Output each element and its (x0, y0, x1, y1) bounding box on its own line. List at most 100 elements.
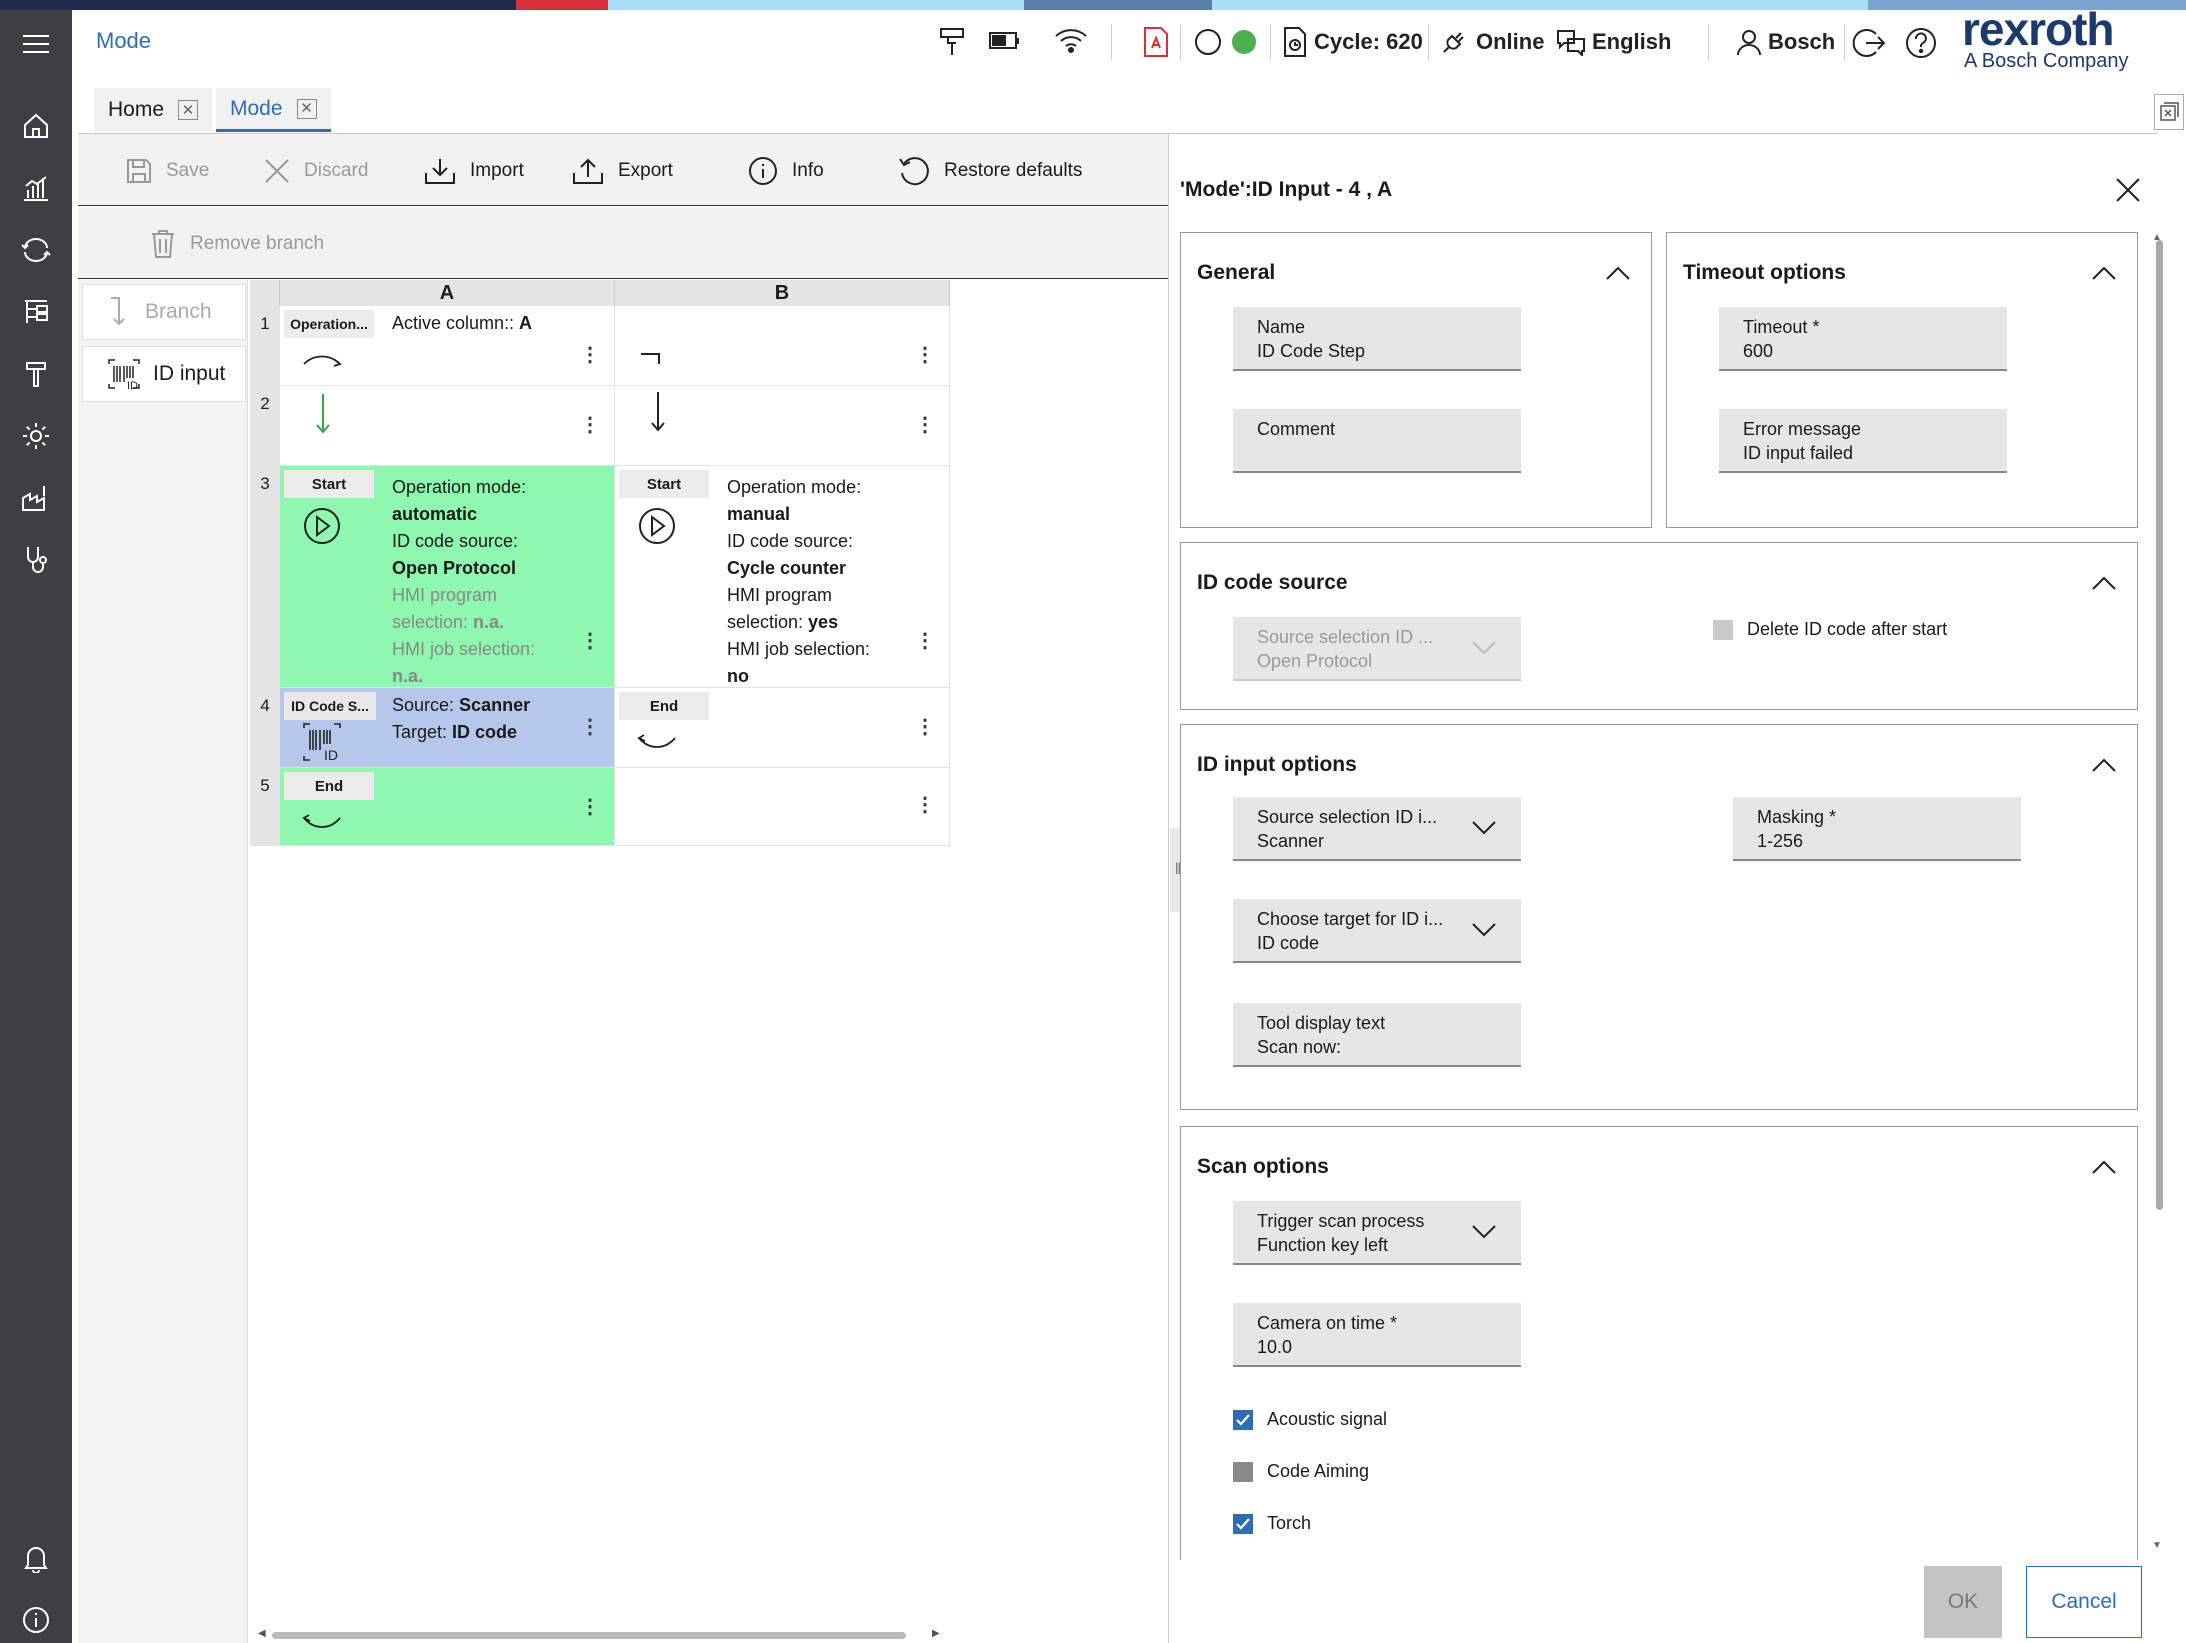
restore-defaults-button[interactable]: Restore defaults (898, 154, 1082, 188)
field-value: ID Code Step (1257, 341, 1366, 361)
cell-menu-icon[interactable]: ⋮ (580, 628, 600, 653)
trigger-scan-select[interactable]: Trigger scan process Function key left (1233, 1201, 1521, 1265)
save-button[interactable]: Save (126, 154, 209, 188)
cell-menu-icon[interactable]: ⋮ (915, 628, 935, 653)
logout-icon[interactable] (1852, 26, 1886, 60)
diagnosis-icon[interactable] (16, 540, 56, 580)
grid-cell-5b[interactable]: ⋮ (615, 768, 950, 846)
info-icon (748, 156, 778, 186)
column-header-b[interactable]: B (615, 280, 950, 306)
start-chip: Start (619, 470, 709, 498)
code-aiming-checkbox[interactable]: Code Aiming (1233, 1461, 1369, 1482)
analytics-icon[interactable] (16, 168, 56, 208)
vertical-scrollbar[interactable] (2156, 240, 2163, 1210)
tool-icon[interactable] (16, 354, 56, 394)
tree-structure-icon[interactable] (16, 292, 56, 332)
import-button[interactable]: Import (424, 154, 524, 188)
id-input-source-select[interactable]: Source selection ID i... Scanner (1233, 797, 1521, 861)
info-button[interactable]: Info (748, 154, 824, 188)
id-source-select[interactable]: Source selection ID ... Open Protocol (1233, 617, 1521, 681)
detail-line: n.a. (392, 666, 424, 686)
connection-status[interactable]: Online (1440, 22, 1544, 62)
grid-cell-2a[interactable]: ⋮ (280, 386, 615, 466)
cell-menu-icon[interactable]: ⋮ (580, 794, 600, 819)
grid-corner (250, 280, 280, 306)
scroll-down-icon[interactable]: ▼ (2152, 1540, 2162, 1551)
cancel-button[interactable]: Cancel (2026, 1566, 2142, 1638)
collapse-chevron-icon[interactable] (2091, 757, 2117, 773)
branch-icon (107, 296, 133, 328)
remove-branch-button[interactable]: Remove branch (150, 227, 324, 261)
grid-cell-4a-selected[interactable]: ID Code S... ID Source: Scanner Target: … (280, 688, 615, 768)
column-header-a[interactable]: A (280, 280, 615, 306)
help-icon[interactable] (1904, 26, 1938, 60)
export-icon (572, 157, 604, 185)
acoustic-signal-checkbox[interactable]: Acoustic signal (1233, 1409, 1387, 1430)
home-icon[interactable] (16, 106, 56, 146)
scroll-right-icon[interactable]: ▶ (932, 1628, 940, 1639)
grid-cell-3a[interactable]: Start Operation mode: automatic ID code … (280, 466, 615, 688)
collapse-chevron-icon[interactable] (1605, 265, 1631, 281)
alert-document-icon[interactable] (1142, 26, 1170, 58)
cell-menu-icon[interactable]: ⋮ (915, 714, 935, 739)
header-divider (1708, 24, 1709, 60)
menu-icon[interactable] (16, 24, 56, 64)
language-selector[interactable]: English (1556, 22, 1671, 62)
grid-cell-2b[interactable]: ⋮ (615, 386, 950, 466)
brand-logo: rexroth (1962, 3, 2114, 55)
user-menu[interactable]: Bosch (1736, 22, 1835, 62)
grid-cell-4b[interactable]: End ⋮ (615, 688, 950, 768)
cell-menu-icon[interactable]: ⋮ (580, 412, 600, 437)
tab-home[interactable]: Home ✕ (94, 88, 213, 132)
tab-close-icon[interactable]: ✕ (296, 98, 317, 119)
panel-divider (1168, 134, 1169, 1643)
sync-icon[interactable] (16, 230, 56, 270)
cycle-counter: Cycle: 620 (1282, 22, 1423, 62)
palette-branch-item[interactable]: Branch (82, 284, 246, 340)
error-message-field[interactable]: Error message ID input failed (1719, 409, 2007, 473)
close-all-tabs-icon[interactable] (2154, 94, 2184, 130)
cell-menu-icon[interactable]: ⋮ (580, 714, 600, 739)
grid-cell-3b[interactable]: Start Operation mode: manual ID code sou… (615, 466, 950, 688)
horizontal-scrollbar[interactable] (272, 1632, 906, 1639)
checkbox-label: Acoustic signal (1267, 1409, 1388, 1429)
id-target-select[interactable]: Choose target for ID i... ID code (1233, 899, 1521, 963)
detail-line: HMI job selection: (392, 639, 536, 659)
cell-menu-icon[interactable]: ⋮ (580, 342, 600, 367)
collapse-chevron-icon[interactable] (2091, 265, 2117, 281)
grid-cell-1a[interactable]: Operation... Active column:: A ⋮ (280, 306, 615, 386)
ok-button[interactable]: OK (1924, 1566, 2002, 1638)
settings-gear-icon[interactable] (16, 416, 56, 456)
delete-id-code-checkbox[interactable]: Delete ID code after start (1713, 619, 1947, 640)
timeout-field[interactable]: Timeout * 600 (1719, 307, 2007, 371)
plant-icon[interactable] (16, 478, 56, 518)
torch-checkbox[interactable]: Torch (1233, 1513, 1311, 1534)
cell-menu-icon[interactable]: ⋮ (915, 412, 935, 437)
grid-cell-5a[interactable]: End ⋮ (280, 768, 615, 846)
discard-button[interactable]: Discard (264, 154, 368, 188)
screwdriver-tool-icon[interactable] (938, 26, 968, 58)
cell-menu-icon[interactable]: ⋮ (915, 792, 935, 817)
field-label: Tool display text (1257, 1013, 1386, 1033)
comment-field[interactable]: Comment (1233, 409, 1521, 473)
tab-close-icon[interactable]: ✕ (178, 100, 199, 120)
camera-on-time-field[interactable]: Camera on time * 10.0 (1233, 1303, 1521, 1367)
restore-icon (898, 155, 930, 187)
close-icon[interactable] (2114, 176, 2142, 204)
collapse-chevron-icon[interactable] (2091, 1159, 2117, 1175)
grid-cell-1b[interactable]: ⋮ (615, 306, 950, 386)
svg-text:ID: ID (324, 747, 338, 762)
export-button[interactable]: Export (572, 154, 673, 188)
palette-id-input-item[interactable]: ID ID input (82, 346, 246, 402)
cell-menu-icon[interactable]: ⋮ (915, 342, 935, 367)
masking-field[interactable]: Masking * 1-256 (1733, 797, 2021, 861)
tab-mode[interactable]: Mode ✕ (216, 88, 331, 132)
collapse-chevron-icon[interactable] (2091, 575, 2117, 591)
about-info-icon[interactable] (16, 1600, 56, 1640)
notification-bell-icon[interactable] (16, 1538, 56, 1578)
tool-display-text-field[interactable]: Tool display text Scan now: (1233, 1003, 1521, 1067)
barcode-id-icon: ID (302, 722, 342, 762)
name-field[interactable]: Name ID Code Step (1233, 307, 1521, 371)
scroll-left-icon[interactable]: ◀ (258, 1628, 266, 1639)
field-label: Masking * (1757, 807, 1837, 827)
